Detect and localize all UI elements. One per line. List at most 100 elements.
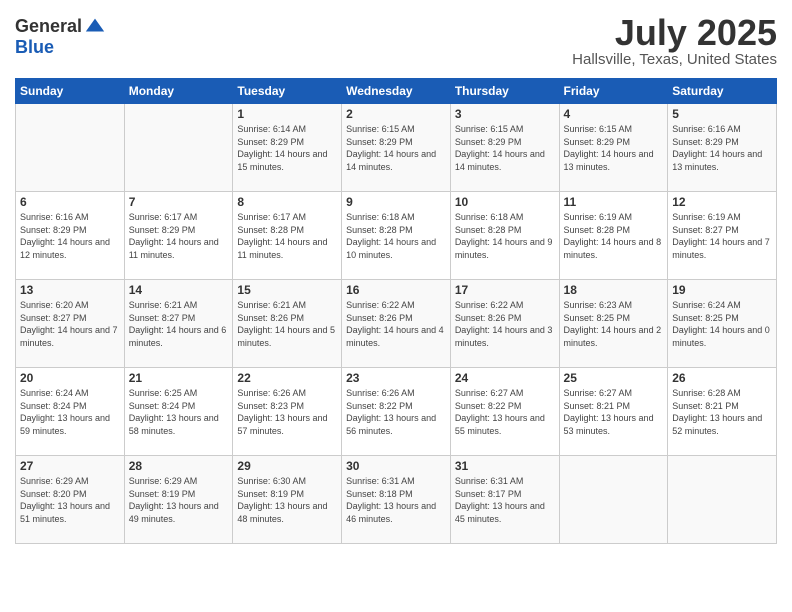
- cell-3-4: 24 Sunrise: 6:27 AM Sunset: 8:22 PM Dayl…: [450, 368, 559, 456]
- sunset-text: Sunset: 8:19 PM: [129, 489, 196, 499]
- cell-2-0: 13 Sunrise: 6:20 AM Sunset: 8:27 PM Dayl…: [16, 280, 125, 368]
- daylight-text: Daylight: 14 hours and 14 minutes.: [455, 149, 545, 172]
- sunset-text: Sunset: 8:28 PM: [455, 225, 522, 235]
- month-title: July 2025: [572, 15, 777, 51]
- day-number: 18: [564, 283, 664, 297]
- day-number: 29: [237, 459, 337, 473]
- cell-3-3: 23 Sunrise: 6:26 AM Sunset: 8:22 PM Dayl…: [342, 368, 451, 456]
- cell-4-2: 29 Sunrise: 6:30 AM Sunset: 8:19 PM Dayl…: [233, 456, 342, 544]
- day-number: 13: [20, 283, 120, 297]
- sunrise-text: Sunrise: 6:22 AM: [455, 300, 524, 310]
- daylight-text: Daylight: 14 hours and 5 minutes.: [237, 325, 335, 348]
- day-number: 3: [455, 107, 555, 121]
- day-number: 31: [455, 459, 555, 473]
- sunset-text: Sunset: 8:29 PM: [237, 137, 304, 147]
- week-row-2: 13 Sunrise: 6:20 AM Sunset: 8:27 PM Dayl…: [16, 280, 777, 368]
- sunset-text: Sunset: 8:27 PM: [672, 225, 739, 235]
- cell-2-2: 15 Sunrise: 6:21 AM Sunset: 8:26 PM Dayl…: [233, 280, 342, 368]
- daylight-text: Daylight: 14 hours and 6 minutes.: [129, 325, 227, 348]
- day-number: 2: [346, 107, 446, 121]
- daylight-text: Daylight: 14 hours and 13 minutes.: [564, 149, 654, 172]
- sunrise-text: Sunrise: 6:26 AM: [237, 388, 306, 398]
- sunrise-text: Sunrise: 6:24 AM: [20, 388, 89, 398]
- cell-2-5: 18 Sunrise: 6:23 AM Sunset: 8:25 PM Dayl…: [559, 280, 668, 368]
- cell-1-2: 8 Sunrise: 6:17 AM Sunset: 8:28 PM Dayli…: [233, 192, 342, 280]
- daylight-text: Daylight: 14 hours and 2 minutes.: [564, 325, 662, 348]
- sunrise-text: Sunrise: 6:19 AM: [564, 212, 633, 222]
- daylight-text: Daylight: 13 hours and 53 minutes.: [564, 413, 654, 436]
- day-number: 4: [564, 107, 664, 121]
- sunrise-text: Sunrise: 6:16 AM: [672, 124, 741, 134]
- header-thursday: Thursday: [450, 79, 559, 104]
- logo-blue-text: Blue: [15, 37, 54, 57]
- cell-0-6: 5 Sunrise: 6:16 AM Sunset: 8:29 PM Dayli…: [668, 104, 777, 192]
- daylight-text: Daylight: 13 hours and 55 minutes.: [455, 413, 545, 436]
- sunset-text: Sunset: 8:18 PM: [346, 489, 413, 499]
- daylight-text: Daylight: 14 hours and 0 minutes.: [672, 325, 770, 348]
- header-sunday: Sunday: [16, 79, 125, 104]
- sunset-text: Sunset: 8:27 PM: [129, 313, 196, 323]
- day-number: 11: [564, 195, 664, 209]
- sunrise-text: Sunrise: 6:20 AM: [20, 300, 89, 310]
- cell-4-1: 28 Sunrise: 6:29 AM Sunset: 8:19 PM Dayl…: [124, 456, 233, 544]
- daylight-text: Daylight: 14 hours and 12 minutes.: [20, 237, 110, 260]
- cell-0-2: 1 Sunrise: 6:14 AM Sunset: 8:29 PM Dayli…: [233, 104, 342, 192]
- header-monday: Monday: [124, 79, 233, 104]
- daylight-text: Daylight: 14 hours and 3 minutes.: [455, 325, 553, 348]
- sunset-text: Sunset: 8:26 PM: [346, 313, 413, 323]
- header: General Blue July 2025 Hallsville, Texas…: [15, 15, 777, 68]
- day-number: 5: [672, 107, 772, 121]
- cell-1-5: 11 Sunrise: 6:19 AM Sunset: 8:28 PM Dayl…: [559, 192, 668, 280]
- sunrise-text: Sunrise: 6:30 AM: [237, 476, 306, 486]
- sunrise-text: Sunrise: 6:26 AM: [346, 388, 415, 398]
- sunset-text: Sunset: 8:29 PM: [672, 137, 739, 147]
- daylight-text: Daylight: 13 hours and 52 minutes.: [672, 413, 762, 436]
- cell-3-1: 21 Sunrise: 6:25 AM Sunset: 8:24 PM Dayl…: [124, 368, 233, 456]
- sunrise-text: Sunrise: 6:28 AM: [672, 388, 741, 398]
- sunset-text: Sunset: 8:26 PM: [455, 313, 522, 323]
- day-number: 15: [237, 283, 337, 297]
- cell-1-3: 9 Sunrise: 6:18 AM Sunset: 8:28 PM Dayli…: [342, 192, 451, 280]
- cell-1-0: 6 Sunrise: 6:16 AM Sunset: 8:29 PM Dayli…: [16, 192, 125, 280]
- day-number: 1: [237, 107, 337, 121]
- sunset-text: Sunset: 8:29 PM: [455, 137, 522, 147]
- cell-3-6: 26 Sunrise: 6:28 AM Sunset: 8:21 PM Dayl…: [668, 368, 777, 456]
- sunset-text: Sunset: 8:29 PM: [564, 137, 631, 147]
- logo-general-text: General: [15, 16, 82, 37]
- daylight-text: Daylight: 14 hours and 7 minutes.: [672, 237, 770, 260]
- sunrise-text: Sunrise: 6:15 AM: [346, 124, 415, 134]
- daylight-text: Daylight: 14 hours and 14 minutes.: [346, 149, 436, 172]
- sunset-text: Sunset: 8:20 PM: [20, 489, 87, 499]
- sunset-text: Sunset: 8:24 PM: [129, 401, 196, 411]
- cell-0-0: [16, 104, 125, 192]
- daylight-text: Daylight: 14 hours and 11 minutes.: [237, 237, 327, 260]
- daylight-text: Daylight: 13 hours and 45 minutes.: [455, 501, 545, 524]
- sunrise-text: Sunrise: 6:27 AM: [455, 388, 524, 398]
- logo-text: General Blue: [15, 15, 106, 58]
- header-wednesday: Wednesday: [342, 79, 451, 104]
- cell-4-5: [559, 456, 668, 544]
- cell-2-4: 17 Sunrise: 6:22 AM Sunset: 8:26 PM Dayl…: [450, 280, 559, 368]
- sunrise-text: Sunrise: 6:19 AM: [672, 212, 741, 222]
- sunrise-text: Sunrise: 6:15 AM: [455, 124, 524, 134]
- sunrise-text: Sunrise: 6:24 AM: [672, 300, 741, 310]
- daylight-text: Daylight: 13 hours and 57 minutes.: [237, 413, 327, 436]
- daylight-text: Daylight: 13 hours and 58 minutes.: [129, 413, 219, 436]
- sunset-text: Sunset: 8:25 PM: [564, 313, 631, 323]
- day-number: 6: [20, 195, 120, 209]
- daylight-text: Daylight: 13 hours and 48 minutes.: [237, 501, 327, 524]
- sunset-text: Sunset: 8:24 PM: [20, 401, 87, 411]
- logo-icon: [84, 15, 106, 37]
- sunrise-text: Sunrise: 6:18 AM: [455, 212, 524, 222]
- header-saturday: Saturday: [668, 79, 777, 104]
- location: Hallsville, Texas, United States: [572, 51, 777, 68]
- sunrise-text: Sunrise: 6:31 AM: [346, 476, 415, 486]
- cell-0-3: 2 Sunrise: 6:15 AM Sunset: 8:29 PM Dayli…: [342, 104, 451, 192]
- cell-0-1: [124, 104, 233, 192]
- sunrise-text: Sunrise: 6:23 AM: [564, 300, 633, 310]
- sunset-text: Sunset: 8:29 PM: [20, 225, 87, 235]
- sunset-text: Sunset: 8:26 PM: [237, 313, 304, 323]
- sunrise-text: Sunrise: 6:31 AM: [455, 476, 524, 486]
- day-number: 21: [129, 371, 229, 385]
- cell-4-4: 31 Sunrise: 6:31 AM Sunset: 8:17 PM Dayl…: [450, 456, 559, 544]
